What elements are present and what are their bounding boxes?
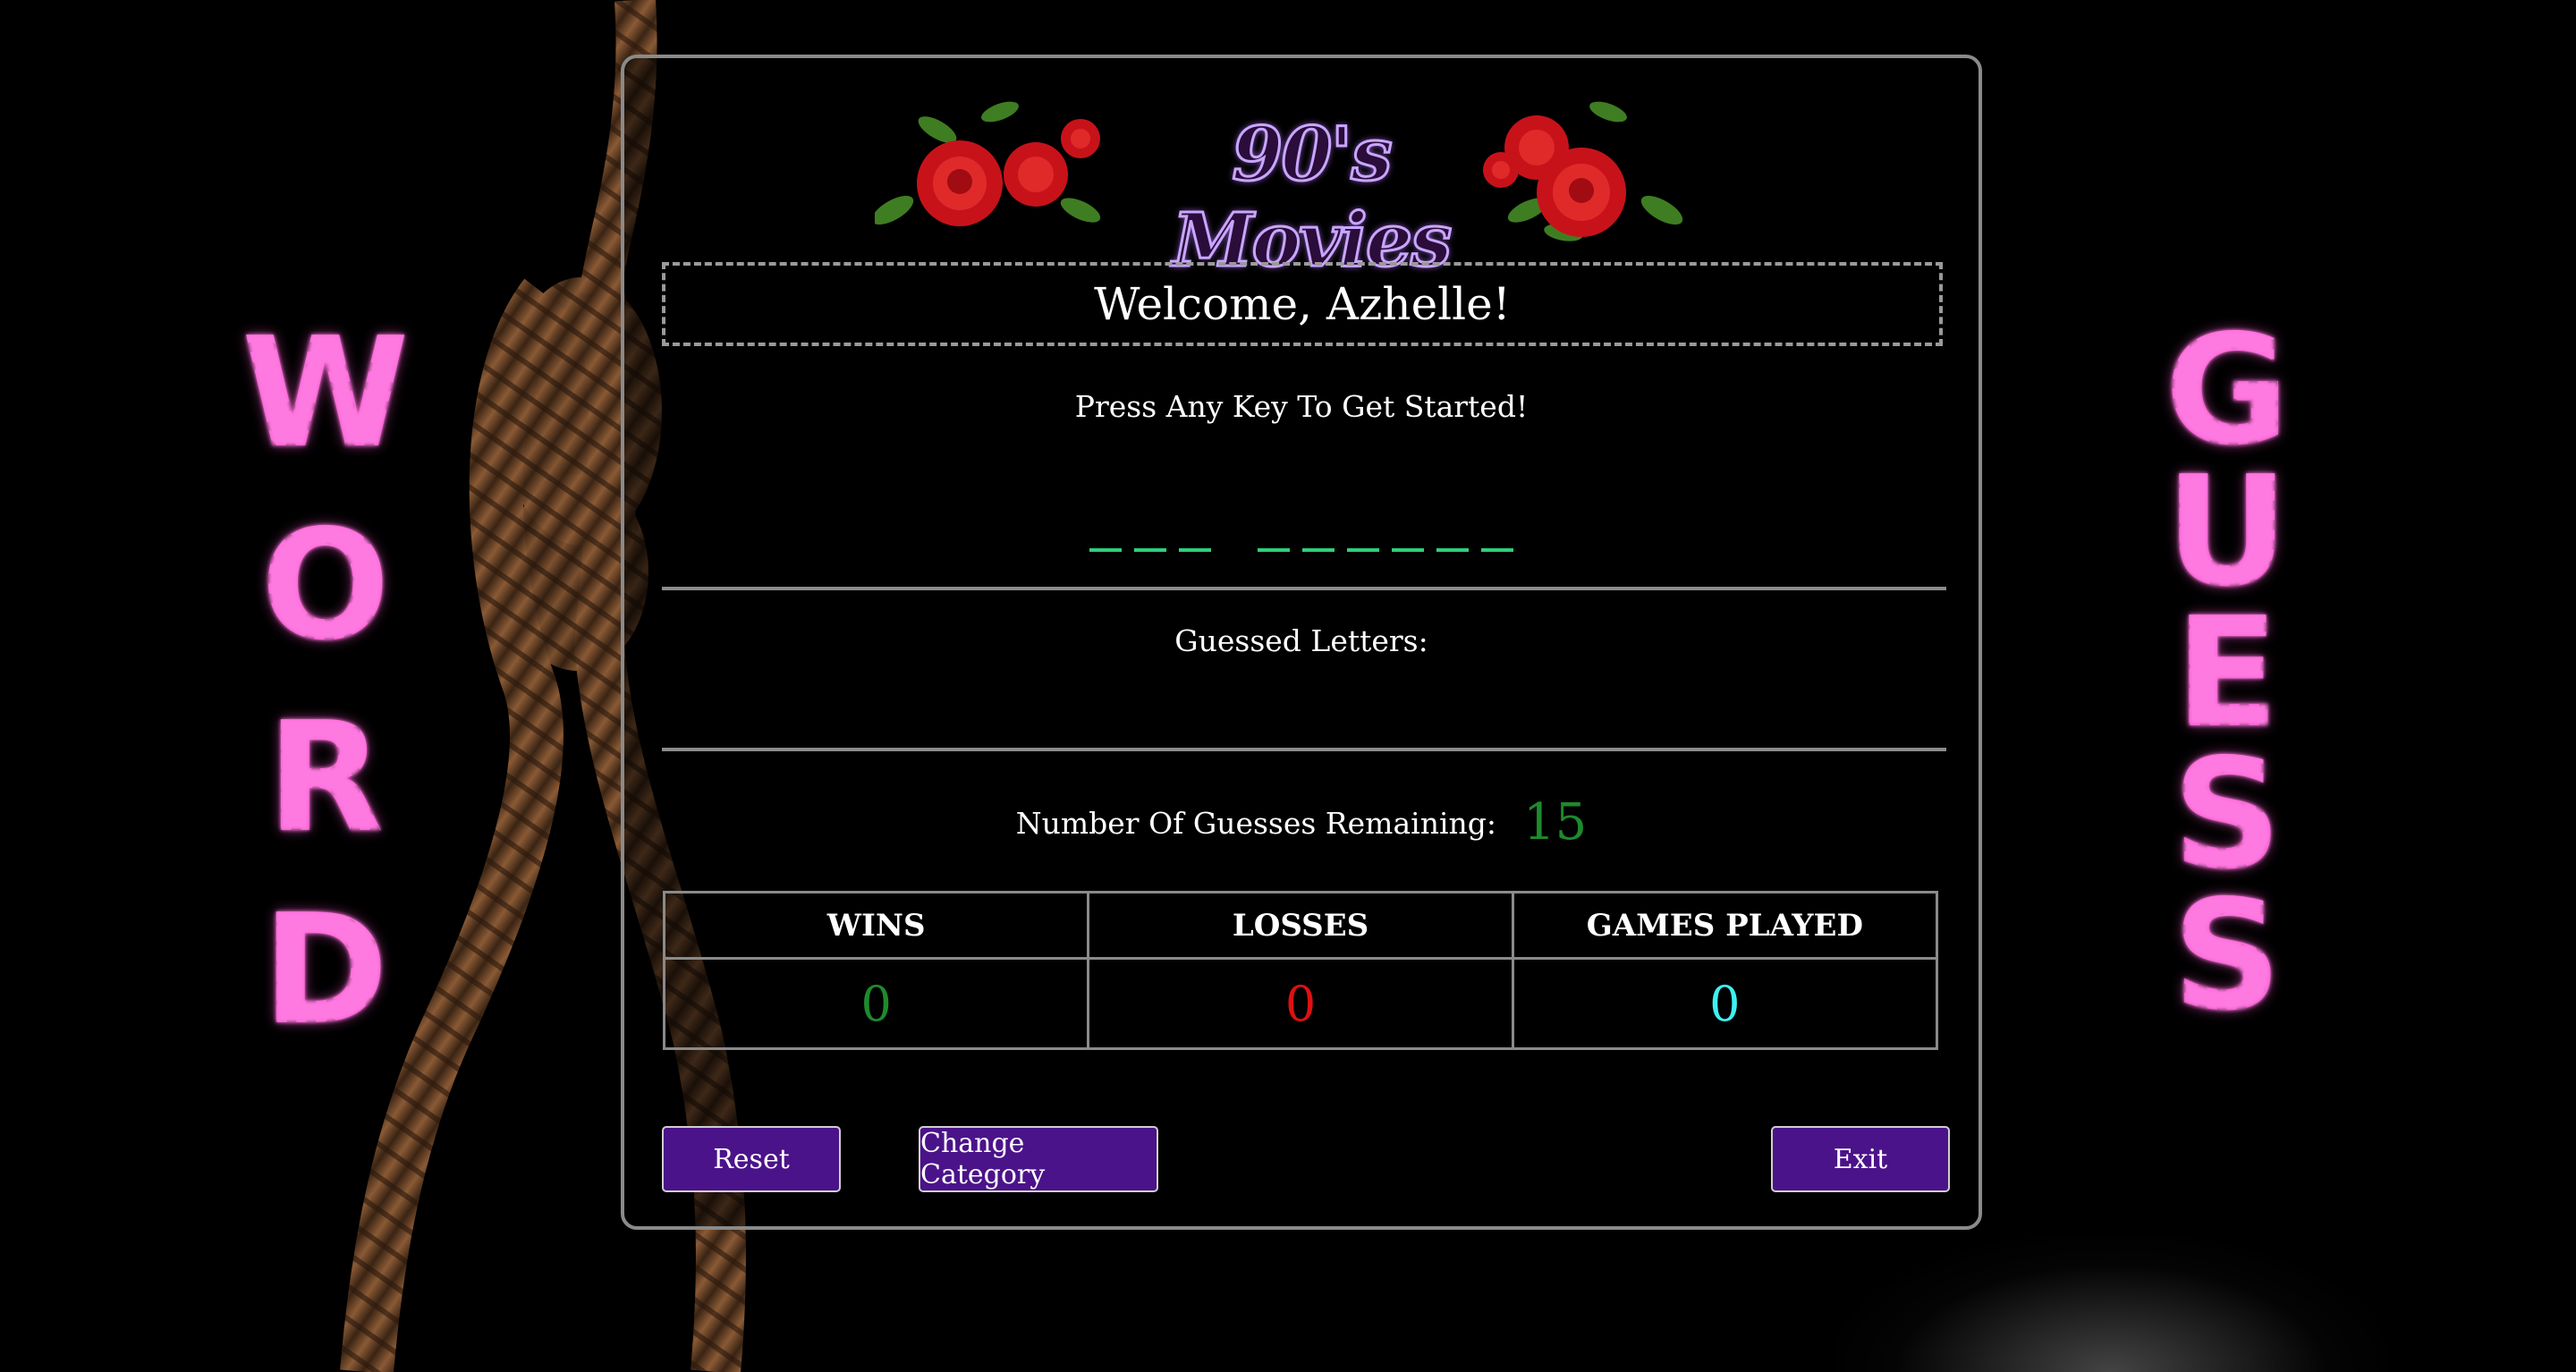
letter-blank (1347, 548, 1379, 552)
word-blanks (624, 548, 1979, 552)
guessed-letters-label: Guessed Letters: (1174, 623, 1428, 658)
divider (662, 587, 1946, 590)
marquee-letter: U (2165, 444, 2289, 621)
marquee-letter: R (267, 702, 385, 894)
marquee-letter: W (242, 318, 410, 510)
marquee-guess: G U E S S (2165, 302, 2290, 1045)
letter-blank (1089, 548, 1122, 552)
letter-blank (1392, 548, 1424, 552)
letter-blank (1481, 548, 1513, 552)
guesses-remaining-label: Number Of Guesses Remaining: (1015, 806, 1496, 841)
marquee-letter: S (2172, 868, 2282, 1045)
guesses-remaining: Number Of Guesses Remaining: 15 (624, 793, 1979, 851)
guesses-remaining-count: 15 (1523, 793, 1588, 851)
letter-blank (1258, 548, 1290, 552)
category-title: 90's Movies (1171, 111, 1453, 285)
marquee-letter: O (260, 510, 391, 702)
welcome-message: Welcome, Azhelle! (662, 262, 1943, 346)
reset-button[interactable]: Reset (662, 1126, 841, 1192)
wins-header: WINS (662, 891, 1090, 960)
marquee-letter: D (262, 894, 389, 1087)
letter-blank (1302, 548, 1335, 552)
marquee-letter: E (2174, 585, 2279, 762)
games-played-header: GAMES PLAYED (1511, 891, 1939, 960)
exit-button[interactable]: Exit (1771, 1126, 1950, 1192)
wins-value: 0 (662, 957, 1090, 1050)
background-glow (1834, 1234, 2388, 1372)
game-panel: 90's Movies Welcome, Azhelle! Press Any … (621, 55, 1982, 1230)
letter-blank (1179, 548, 1211, 552)
letter-blank (1134, 548, 1166, 552)
losses-value: 0 (1087, 957, 1514, 1050)
losses-header: LOSSES (1087, 891, 1514, 960)
marquee-letter: G (2165, 302, 2290, 479)
start-prompt: Press Any Key To Get Started! (1074, 389, 1529, 424)
divider (662, 748, 1946, 751)
games-played-value: 0 (1511, 957, 1939, 1050)
letter-blank (1436, 548, 1469, 552)
marquee-word: W O R D (242, 318, 410, 1087)
change-category-button[interactable]: Change Category (919, 1126, 1158, 1192)
marquee-letter: S (2172, 726, 2282, 903)
category-banner: 90's Movies (871, 76, 1733, 285)
stats-table: WINS LOSSES GAMES PLAYED 0 0 0 (662, 891, 1939, 1050)
